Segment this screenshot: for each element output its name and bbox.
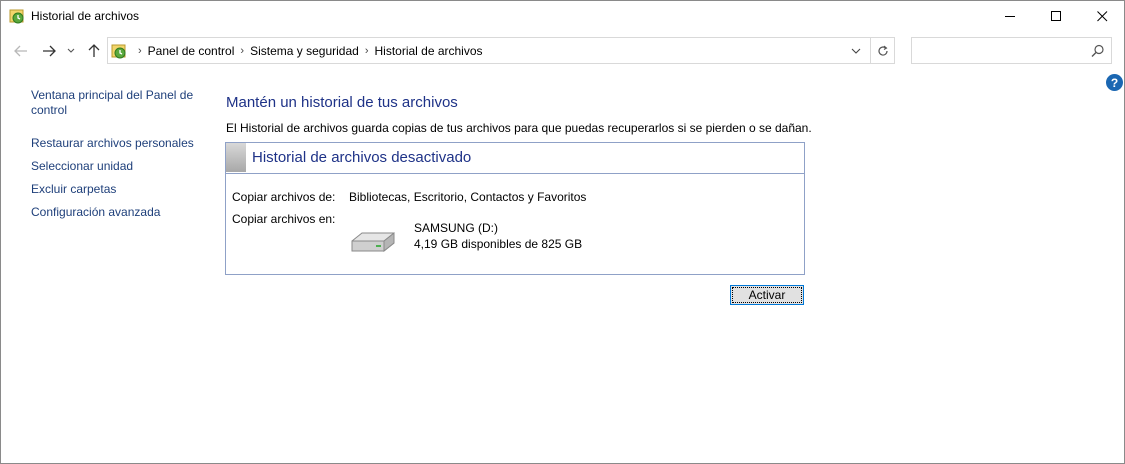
- sidebar-item-label: control: [31, 103, 68, 117]
- chevron-down-icon: [67, 48, 75, 53]
- sidebar-item-control-panel-home[interactable]: Ventana principal del Panel de control: [31, 88, 193, 118]
- back-button[interactable]: [11, 41, 31, 61]
- breadcrumb-system-security[interactable]: Sistema y seguridad: [250, 44, 359, 58]
- minimize-button[interactable]: [987, 1, 1033, 31]
- search-icon: [1091, 44, 1104, 57]
- close-icon: [1096, 10, 1107, 21]
- title-bar: Historial de archivos: [1, 1, 1124, 31]
- up-button[interactable]: [84, 41, 104, 61]
- refresh-button[interactable]: [870, 38, 895, 63]
- file-history-app-icon: [9, 9, 24, 24]
- breadcrumb-separator: ›: [240, 45, 245, 57]
- refresh-icon: [878, 45, 888, 56]
- sidebar-item-exclude-folders[interactable]: Excluir carpetas: [31, 182, 116, 197]
- maximize-icon: [1050, 10, 1061, 21]
- breadcrumb-separator: ›: [138, 45, 142, 57]
- page-title: Mantén un historial de tus archivos: [226, 94, 458, 111]
- file-history-status-panel: Historial de archivos desactivado Copiar…: [225, 142, 805, 275]
- sidebar-item-select-drive[interactable]: Seleccionar unidad: [31, 159, 133, 174]
- window-title: Historial de archivos: [31, 9, 140, 23]
- breadcrumb-file-history[interactable]: Historial de archivos: [374, 44, 482, 58]
- drive-free-space: 4,19 GB disponibles de 825 GB: [414, 237, 583, 251]
- help-icon[interactable]: ?: [1106, 74, 1123, 91]
- chevron-down-icon: [851, 48, 861, 54]
- breadcrumb-separator: ›: [364, 45, 369, 57]
- sidebar-item-advanced-settings[interactable]: Configuración avanzada: [31, 205, 160, 220]
- maximize-button[interactable]: [1033, 1, 1079, 31]
- minimize-icon: [1004, 15, 1015, 17]
- status-indicator: [226, 143, 246, 172]
- drive-name: SAMSUNG (D:): [414, 221, 498, 235]
- breadcrumb-control-panel[interactable]: Panel de control: [148, 44, 235, 58]
- copy-from-value: Bibliotecas, Escritorio, Contactos y Fav…: [349, 190, 587, 204]
- activate-button[interactable]: Activar: [730, 285, 804, 305]
- forward-arrow-icon: [43, 45, 56, 57]
- file-history-window: Historial de archivos › Panel de control: [0, 0, 1125, 464]
- copy-from-label: Copiar archivos de:: [232, 190, 336, 204]
- search-input[interactable]: [911, 37, 1112, 64]
- sidebar-item-label: Ventana principal del Panel de: [31, 88, 194, 102]
- page-description: El Historial de archivos guarda copias d…: [226, 121, 812, 135]
- back-arrow-icon: [14, 45, 27, 57]
- close-button[interactable]: [1079, 1, 1125, 31]
- address-bar[interactable]: › Panel de control › Sistema y seguridad…: [107, 37, 895, 64]
- address-history-dropdown[interactable]: [844, 38, 868, 63]
- recent-locations-button[interactable]: [64, 41, 78, 61]
- hard-drive-icon: [351, 231, 395, 253]
- sidebar-item-restore-files[interactable]: Restaurar archivos personales: [31, 136, 194, 151]
- panel-title: Historial de archivos desactivado: [252, 149, 472, 166]
- breadcrumb: › Panel de control › Sistema y seguridad…: [132, 44, 483, 58]
- up-arrow-icon: [88, 44, 100, 57]
- copy-to-label: Copiar archivos en:: [232, 212, 336, 226]
- forward-button[interactable]: [39, 41, 59, 61]
- file-history-location-icon: [111, 44, 126, 59]
- panel-header: Historial de archivos desactivado: [226, 143, 804, 174]
